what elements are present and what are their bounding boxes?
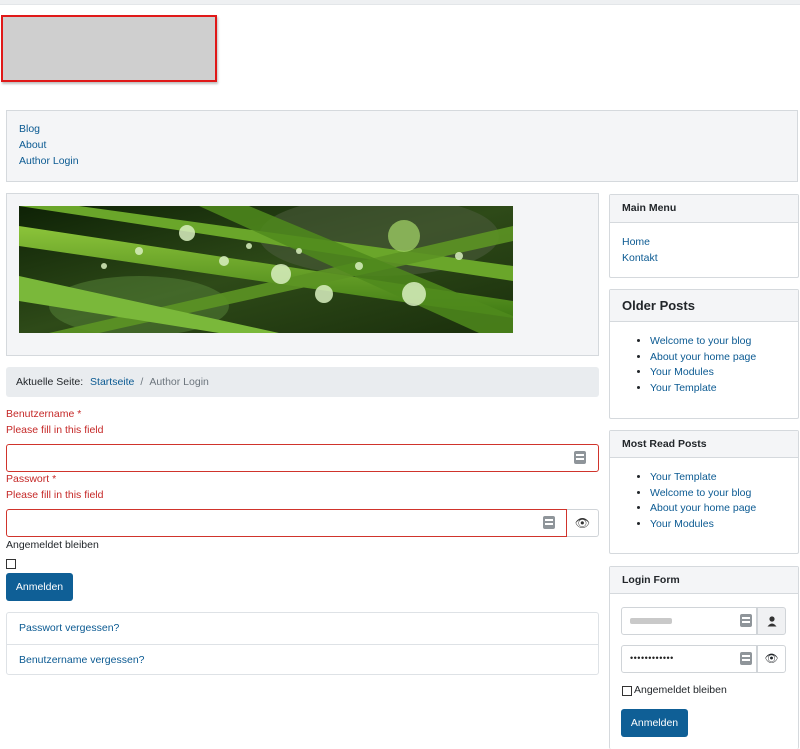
most-read-link[interactable]: Your Modules [650, 518, 714, 530]
eye-icon: 👁 [574, 516, 591, 530]
sidebar-remember-checkbox[interactable] [622, 686, 632, 696]
user-icon-button [757, 607, 786, 635]
banner-module [6, 193, 599, 356]
password-input[interactable] [6, 509, 567, 537]
most-read-title: Most Read Posts [610, 431, 798, 458]
older-post-link[interactable]: Welcome to your blog [650, 335, 751, 347]
sidebar-password-input[interactable]: •••••••••••• [621, 645, 757, 673]
sidebar-remember-label: Angemeldet bleiben [634, 684, 727, 696]
username-label: Benutzername * [6, 408, 82, 420]
most-read-link[interactable]: Your Template [650, 471, 717, 483]
forgot-password-link[interactable]: Passwort vergessen? [19, 622, 119, 634]
breadcrumb: Aktuelle Seite: Startseite / Author Login [6, 367, 599, 397]
older-posts-title: Older Posts [610, 290, 798, 322]
menu-item-home[interactable]: Home [622, 236, 650, 248]
password-label: Passwort * [6, 473, 57, 485]
password-manager-icon[interactable] [740, 614, 752, 627]
login-form-title: Login Form [610, 567, 798, 594]
password-mask: •••••••••••• [630, 653, 674, 663]
login-submit-button[interactable]: Anmelden [6, 573, 73, 601]
main-menu-title: Main Menu [610, 195, 798, 223]
username-error: Please fill in this field [6, 424, 104, 436]
password-error: Please fill in this field [6, 489, 104, 501]
password-manager-icon[interactable] [574, 451, 586, 464]
nav-item-about[interactable]: About [19, 139, 46, 151]
eye-icon: 👁 [764, 653, 779, 665]
remember-me-checkbox[interactable] [6, 559, 16, 569]
sidebar-show-password-button[interactable]: 👁 [757, 645, 786, 673]
breadcrumb-current: Author Login [149, 376, 209, 388]
older-post-link[interactable]: Your Modules [650, 366, 714, 378]
top-border [0, 0, 800, 5]
older-post-link[interactable]: Your Template [650, 382, 717, 394]
nav-item-author-login[interactable]: Author Login [19, 155, 79, 167]
most-read-link[interactable]: Welcome to your blog [650, 487, 751, 499]
sidebar-login-button[interactable]: Anmelden [621, 709, 688, 737]
site-logo[interactable] [1, 15, 217, 82]
username-input[interactable] [6, 444, 599, 472]
banner-image [19, 206, 513, 333]
password-manager-icon[interactable] [740, 652, 752, 665]
most-read-link[interactable]: About your home page [650, 502, 756, 514]
forgot-username-link[interactable]: Benutzername vergessen? [19, 654, 145, 666]
redacted-username [630, 618, 672, 624]
password-manager-icon[interactable] [543, 516, 555, 529]
older-posts-module: Older Posts Welcome to your blog About y… [609, 289, 799, 419]
sidebar-username-input[interactable] [621, 607, 757, 635]
menu-item-kontakt[interactable]: Kontakt [622, 252, 658, 264]
nav-item-blog[interactable]: Blog [19, 123, 40, 135]
remember-me-label: Angemeldet bleiben [6, 539, 99, 551]
show-password-button[interactable]: 👁 [567, 509, 599, 537]
most-read-module: Most Read Posts Your Template Welcome to… [609, 430, 799, 554]
main-menu-module: Main Menu Home Kontakt [609, 194, 799, 278]
older-post-link[interactable]: About your home page [650, 351, 756, 363]
forgot-links-list: Passwort vergessen? Benutzername vergess… [6, 612, 599, 675]
main-navigation: Blog About Author Login [6, 110, 798, 182]
breadcrumb-separator: / [140, 376, 144, 388]
user-icon [767, 615, 776, 627]
breadcrumb-prefix: Aktuelle Seite: [16, 376, 84, 388]
breadcrumb-home-link[interactable]: Startseite [90, 376, 134, 388]
